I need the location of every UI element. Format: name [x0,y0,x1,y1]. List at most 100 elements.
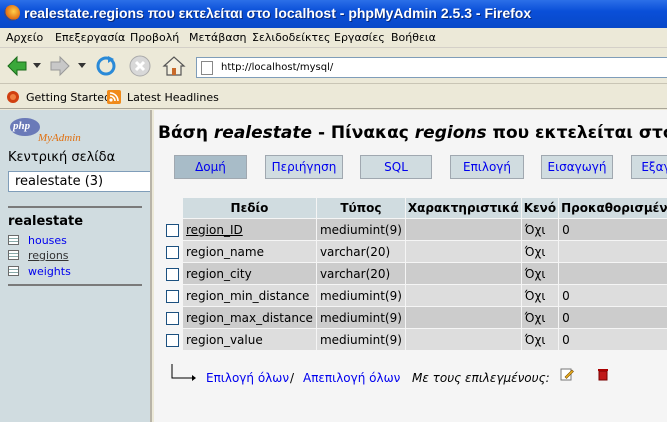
page-icon [201,61,213,75]
column-header-attributes: Χαρακτηριστικά [405,198,521,218]
bookmark-latest-headlines[interactable]: Latest Headlines [127,91,219,104]
row-checkbox[interactable] [166,267,179,281]
with-selected-label: Με τους επιλεγμένους: [412,371,550,385]
field-type-cell: varchar(20) [316,241,405,262]
table-icon [8,250,19,260]
delete-trash-icon[interactable] [596,367,610,381]
sidebar-table-weights[interactable]: weights [8,265,128,279]
row-checkbox-cell [159,329,182,350]
stop-icon[interactable] [128,54,152,78]
left-navigation-frame: php MyAdmin Κεντρική σελίδα realestate (… [0,110,152,422]
row-checkbox[interactable] [166,289,179,303]
row-checkbox[interactable] [166,223,179,237]
row-checkbox[interactable] [166,245,179,259]
tab-sql[interactable]: SQL [360,155,432,179]
column-header-default: Προκαθορισμένο [559,198,667,218]
row-checkbox-cell [159,285,182,306]
tab-export[interactable]: Εξαγ [631,155,667,179]
menu-bar: Αρχείο Επεξεργασία Προβολή Μετάβαση Σελι… [0,28,667,48]
home-icon[interactable] [162,54,186,78]
table-row: region_city varchar(20) Όχι [159,263,667,284]
row-checkbox-cell [159,241,182,262]
field-null-cell: Όχι [521,307,559,328]
title-table-name: regions [414,123,487,143]
forward-dropdown-icon[interactable] [78,63,86,69]
sidebar-table-label[interactable]: houses [28,234,67,247]
table-icon [8,235,19,245]
tab-select[interactable]: Επιλογή [450,155,524,179]
column-header-type: Τύπος [316,198,405,218]
field-type-cell: mediumint(9) [316,219,405,240]
menu-go[interactable]: Μετάβαση [189,31,247,44]
logo-myadmin-text: MyAdmin [38,132,81,144]
table-row: region_name varchar(20) Όχι [159,241,667,262]
row-checkbox-cell [159,263,182,284]
address-bar[interactable]: http://localhost/mysql/ [196,57,667,78]
row-checkbox-cell [159,307,182,328]
menu-help[interactable]: Βοήθεια [391,31,436,44]
field-type-cell: mediumint(9) [316,329,405,350]
row-checkbox[interactable] [166,311,179,325]
menu-tools[interactable]: Εργασίες [334,31,385,44]
rss-feed-icon [107,90,121,104]
bookmark-getting-started[interactable]: Getting Started [26,91,111,104]
field-attributes-cell [405,285,521,306]
sidebar-table-houses[interactable]: houses [8,234,128,248]
home-link[interactable]: Κεντρική σελίδα [8,150,115,165]
forward-arrow-icon[interactable] [48,54,72,78]
field-name-cell: region_ID [183,219,316,240]
table-row: region_value mediumint(9) Όχι 0 [159,329,667,350]
deselect-all-link[interactable]: Απεπιλογή όλων [303,371,400,385]
field-default-cell [559,263,667,284]
menu-bookmarks[interactable]: Σελιδοδείκτες [252,31,331,44]
tab-structure[interactable]: Δομή [174,155,247,179]
title-db-name: realestate [213,123,313,143]
table-row: region_ID mediumint(9) Όχι 0 [159,219,667,240]
menu-edit[interactable]: Επεξεργασία [55,31,125,44]
sidebar-table-regions[interactable]: regions [8,249,128,263]
field-null-cell: Όχι [521,329,559,350]
footer-separator: / [290,371,295,385]
database-select[interactable]: realestate (3) [8,171,150,192]
menu-file[interactable]: Αρχείο [6,31,43,44]
field-default-cell: 0 [559,219,667,240]
sidebar-table-label[interactable]: regions [28,249,69,262]
field-attributes-cell [405,263,521,284]
field-type-cell: varchar(20) [316,263,405,284]
field-default-cell: 0 [559,307,667,328]
table-row: region_min_distance mediumint(9) Όχι 0 [159,285,667,306]
menu-view[interactable]: Προβολή [130,31,179,44]
firefox-icon [4,5,20,21]
field-null-cell: Όχι [521,285,559,306]
back-arrow-icon[interactable] [5,54,29,78]
row-checkbox[interactable] [166,333,179,347]
field-default-cell: 0 [559,285,667,306]
field-default-cell: 0 [559,329,667,350]
back-dropdown-icon[interactable] [33,63,41,69]
title-part: - Πίνακας [312,123,415,143]
field-name-cell: region_city [183,263,316,284]
field-type-cell: mediumint(9) [316,285,405,306]
field-attributes-cell [405,307,521,328]
title-part: που εκτελείται στο [486,123,667,143]
field-default-cell [559,241,667,262]
field-null-cell: Όχι [521,219,559,240]
reload-icon[interactable] [94,54,118,78]
column-header-null: Κενό [521,198,559,218]
field-attributes-cell [405,241,521,262]
getting-started-icon [7,91,19,103]
table-row: region_max_distance mediumint(9) Όχι 0 [159,307,667,328]
tab-browse[interactable]: Περιήγηση [265,155,343,179]
select-all-link[interactable]: Επιλογή όλων [206,371,289,385]
field-attributes-cell [405,219,521,240]
table-structure: Πεδίο Τύπος Χαρακτηριστικά Κενό Προκαθορ… [158,197,667,351]
sidebar-database-name[interactable]: realestate [8,214,83,229]
field-name-cell: region_name [183,241,316,262]
window-title-bar[interactable]: realestate.regions που εκτελείται στο lo… [0,0,667,28]
field-null-cell: Όχι [521,263,559,284]
column-header-field: Πεδίο [183,198,316,218]
sidebar-table-label[interactable]: weights [28,265,71,278]
tab-insert[interactable]: Εισαγωγή [541,155,613,179]
row-checkbox-cell [159,219,182,240]
edit-pencil-icon[interactable] [560,367,574,381]
